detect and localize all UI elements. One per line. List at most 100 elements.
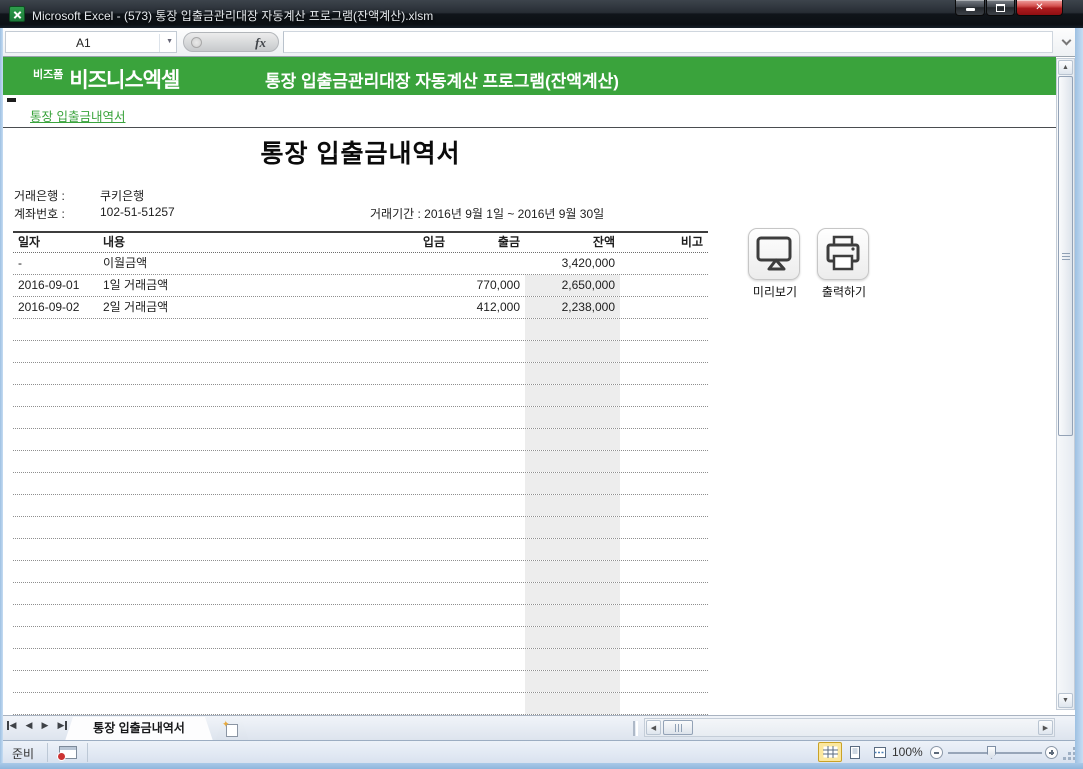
cell-date[interactable]: 2016-09-01 bbox=[13, 275, 98, 296]
worksheet[interactable]: 통장 입출금내역서 통장 입출금내역서 거래은행 : 쿠키은행 계좌번호 : 1… bbox=[3, 95, 1056, 715]
tab-splitter-handle[interactable] bbox=[633, 721, 638, 736]
cell-withdraw[interactable]: 770,000 bbox=[450, 275, 525, 296]
insert-worksheet-button[interactable]: ✦ bbox=[215, 719, 249, 741]
cell-deposit[interactable] bbox=[393, 275, 450, 296]
cell-desc[interactable]: 이월금액 bbox=[98, 253, 393, 274]
table-row-empty[interactable] bbox=[13, 649, 708, 671]
account-label[interactable]: 계좌번호 : bbox=[14, 205, 65, 222]
name-box[interactable]: A1 ▼ bbox=[5, 31, 177, 53]
table-row-empty[interactable] bbox=[13, 473, 708, 495]
zoom-out-icon[interactable] bbox=[930, 746, 943, 759]
scroll-down-icon[interactable]: ▼ bbox=[1058, 693, 1073, 708]
horizontal-scroll-thumb[interactable] bbox=[663, 720, 693, 735]
scroll-left-icon[interactable]: ◀ bbox=[646, 720, 661, 735]
header-deposit[interactable]: 입금 bbox=[393, 233, 450, 252]
print-button[interactable]: 출력하기 bbox=[817, 228, 871, 300]
minimize-button[interactable] bbox=[955, 0, 985, 16]
window-resize-grip[interactable] bbox=[1062, 746, 1076, 760]
period-text[interactable]: 거래기간 : 2016년 9월 1일 ~ 2016년 9월 30일 bbox=[370, 205, 604, 222]
table-row-empty[interactable] bbox=[13, 495, 708, 517]
sheet-tab-active[interactable]: 통장 입출금내역서 bbox=[65, 717, 213, 741]
table-row-empty[interactable] bbox=[13, 605, 708, 627]
cell-date[interactable]: - bbox=[13, 253, 98, 274]
cell-note[interactable] bbox=[620, 253, 708, 274]
cell-note[interactable] bbox=[620, 275, 708, 296]
print-label: 출력하기 bbox=[821, 285, 867, 299]
header-note[interactable]: 비고 bbox=[620, 233, 708, 252]
bank-label[interactable]: 거래은행 : bbox=[14, 187, 65, 204]
cell-withdraw[interactable]: 412,000 bbox=[450, 297, 525, 318]
close-button[interactable]: ✕ bbox=[1016, 0, 1063, 16]
record-macro-icon[interactable] bbox=[57, 746, 77, 761]
cell-balance[interactable]: 2,650,000 bbox=[525, 275, 620, 296]
account-value[interactable]: 102-51-51257 bbox=[100, 205, 175, 219]
header-balance[interactable]: 잔액 bbox=[525, 233, 620, 252]
table-row-empty[interactable] bbox=[13, 539, 708, 561]
window-border-left bbox=[0, 28, 3, 769]
table-row-empty[interactable] bbox=[13, 583, 708, 605]
table-row-empty[interactable] bbox=[13, 407, 708, 429]
first-sheet-icon[interactable]: ◀ bbox=[7, 720, 19, 731]
restore-button[interactable] bbox=[986, 0, 1015, 16]
excel-app-icon[interactable] bbox=[9, 6, 25, 22]
status-bar: 준비 100% bbox=[3, 740, 1080, 763]
chevron-down-icon bbox=[1061, 35, 1071, 45]
table-row[interactable]: 2016-09-02 2일 거래금액 412,000 2,238,000 bbox=[13, 297, 708, 319]
name-box-dropdown-icon[interactable]: ▼ bbox=[166, 38, 173, 45]
formula-bar: A1 ▼ fx bbox=[0, 28, 1083, 57]
document-title[interactable]: 통장 입출금내역서 bbox=[13, 134, 708, 170]
expand-formula-bar-button[interactable] bbox=[1055, 33, 1077, 51]
normal-view-button[interactable] bbox=[818, 742, 842, 762]
fx-icon[interactable]: fx bbox=[255, 35, 266, 51]
zoom-in-icon[interactable] bbox=[1045, 746, 1058, 759]
cell-balance[interactable]: 2,238,000 bbox=[525, 297, 620, 318]
zoom-level[interactable]: 100% bbox=[892, 745, 923, 759]
page-break-view-button[interactable] bbox=[868, 742, 892, 762]
bank-value[interactable]: 쿠키은행 bbox=[100, 187, 144, 204]
sheet-nav-link[interactable]: 통장 입출금내역서 bbox=[30, 106, 125, 125]
close-icon: ✕ bbox=[1035, 2, 1044, 13]
table-row-empty[interactable] bbox=[13, 671, 708, 693]
last-sheet-icon[interactable]: ▶ bbox=[55, 720, 67, 731]
table-row-empty[interactable] bbox=[13, 341, 708, 363]
cell-desc[interactable]: 1일 거래금액 bbox=[98, 275, 393, 296]
cell-deposit[interactable] bbox=[393, 297, 450, 318]
logo-small-text: 비즈폼 bbox=[33, 69, 64, 81]
header-withdraw[interactable]: 출금 bbox=[450, 233, 525, 252]
cell-note[interactable] bbox=[620, 297, 708, 318]
table-row-empty[interactable] bbox=[13, 319, 708, 341]
horizontal-scrollbar[interactable]: ◀ ▶ bbox=[644, 718, 1055, 737]
cell-deposit[interactable] bbox=[393, 253, 450, 274]
header-date[interactable]: 일자 bbox=[13, 233, 98, 252]
table-row-empty[interactable] bbox=[13, 561, 708, 583]
cell-desc[interactable]: 2일 거래금액 bbox=[98, 297, 393, 318]
table-row-empty[interactable] bbox=[13, 693, 708, 715]
table-row-empty[interactable] bbox=[13, 385, 708, 407]
next-sheet-icon[interactable]: ▶ bbox=[39, 720, 51, 731]
page-layout-view-button[interactable] bbox=[843, 742, 867, 762]
table-row-empty[interactable] bbox=[13, 451, 708, 473]
table-row[interactable]: - 이월금액 3,420,000 bbox=[13, 253, 708, 275]
table-row-empty[interactable] bbox=[13, 429, 708, 451]
header-desc[interactable]: 내용 bbox=[98, 233, 393, 252]
window-controls: ✕ bbox=[954, 0, 1063, 16]
table-row[interactable]: 2016-09-01 1일 거래금액 770,000 2,650,000 bbox=[13, 275, 708, 297]
cell-withdraw[interactable] bbox=[450, 253, 525, 274]
cell-marker bbox=[7, 98, 16, 102]
cell-balance[interactable]: 3,420,000 bbox=[525, 253, 620, 274]
previous-sheet-icon[interactable]: ◀ bbox=[23, 720, 35, 731]
vertical-scrollbar[interactable]: ▲ ▼ bbox=[1056, 58, 1075, 710]
zoom-slider-handle[interactable] bbox=[987, 746, 996, 759]
insert-worksheet-icon: ✦ bbox=[222, 719, 238, 737]
cell-date[interactable]: 2016-09-02 bbox=[13, 297, 98, 318]
table-row-empty[interactable] bbox=[13, 517, 708, 539]
scroll-right-icon[interactable]: ▶ bbox=[1038, 720, 1053, 735]
table-header-row: 일자 내용 입금 출금 잔액 비고 bbox=[13, 233, 708, 253]
page-layout-view-icon bbox=[850, 745, 860, 759]
table-row-empty[interactable] bbox=[13, 363, 708, 385]
preview-button[interactable]: 미리보기 bbox=[748, 228, 802, 300]
vertical-scroll-thumb[interactable] bbox=[1058, 76, 1073, 436]
table-row-empty[interactable] bbox=[13, 627, 708, 649]
formula-input[interactable] bbox=[283, 31, 1053, 53]
scroll-up-icon[interactable]: ▲ bbox=[1058, 60, 1073, 75]
